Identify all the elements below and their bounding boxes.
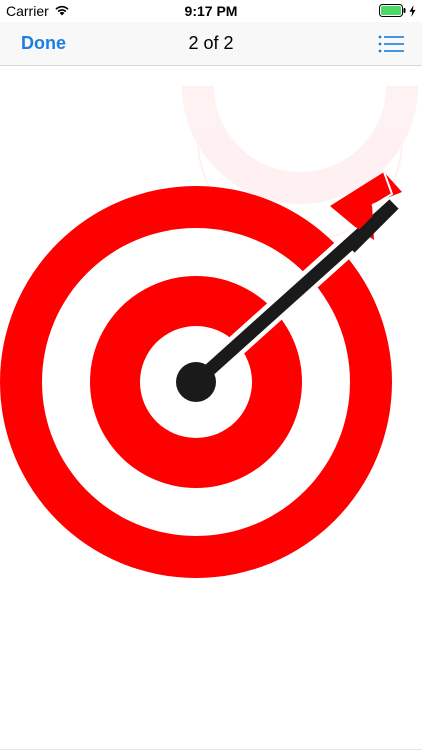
screen: Carrier 9:17 PM Done 2 of 2 bbox=[0, 0, 422, 750]
page-title: 2 of 2 bbox=[188, 33, 234, 53]
image-viewer[interactable] bbox=[0, 66, 422, 750]
list-icon[interactable] bbox=[378, 34, 404, 54]
status-right bbox=[379, 4, 416, 20]
battery-icon bbox=[379, 4, 406, 20]
charging-bolt-icon bbox=[409, 4, 416, 20]
status-time: 9:17 PM bbox=[184, 3, 238, 19]
status-bar: Carrier 9:17 PM bbox=[0, 0, 422, 22]
dart-tip bbox=[176, 362, 216, 402]
nav-bar: Done 2 of 2 bbox=[0, 22, 422, 66]
target-image bbox=[0, 85, 418, 578]
